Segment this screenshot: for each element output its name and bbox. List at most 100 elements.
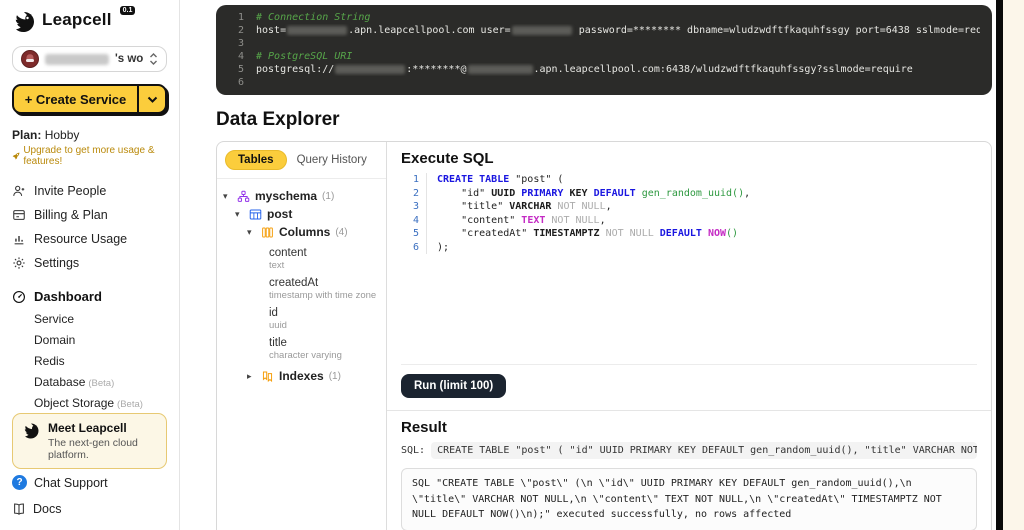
execute-sql-title: Execute SQL: [401, 150, 977, 167]
result-sql-row: SQL: CREATE TABLE "post" ( "id" UUID PRI…: [401, 442, 977, 459]
run-button[interactable]: Run (limit 100): [401, 374, 506, 398]
window-edge-bar: [996, 0, 1003, 530]
sidebar-item-service[interactable]: Service: [34, 308, 167, 329]
sidebar-item-resource-usage[interactable]: Resource Usage: [12, 227, 167, 251]
code-line: 6: [228, 76, 980, 89]
schema-tree: ▾ myschema (1) ▾ post ▾ Columns (: [217, 179, 386, 393]
chevron-right-icon[interactable]: ▸: [247, 371, 256, 382]
table-icon: [249, 208, 262, 221]
editor-line: 5 "createdAt" TIMESTAMPTZ NOT NULL DEFAU…: [401, 227, 977, 241]
editor-line: 4 "content" TEXT NOT NULL,: [401, 214, 977, 228]
chat-support-link[interactable]: ? Chat Support: [12, 469, 167, 496]
column-item-content[interactable]: content text: [223, 247, 380, 271]
leapcell-bird-icon: [12, 10, 36, 34]
meet-leapcell-banner[interactable]: Meet Leapcell The next-gen cloud platfor…: [12, 413, 167, 469]
plan-line: Plan: Hobby: [12, 128, 167, 142]
billing-card-icon: [12, 208, 26, 222]
desktop-background-strip: [1003, 0, 1024, 530]
indexes-icon: [261, 370, 274, 383]
run-row: Run (limit 100): [401, 365, 977, 410]
menu-label: Billing & Plan: [34, 208, 108, 222]
sidebar-item-object-storage[interactable]: Object Storage(Beta): [34, 392, 167, 413]
connection-string-block: 1# Connection String 2host=.apn.leapcell…: [216, 5, 992, 95]
menu-label: Settings: [34, 256, 79, 270]
editor-line: 6);: [401, 241, 977, 255]
code-comment: # Connection String: [256, 11, 370, 24]
column-item-id[interactable]: id uuid: [223, 307, 380, 331]
tree-node-columns[interactable]: ▾ Columns (4): [223, 223, 380, 241]
plan-label: Plan:: [12, 128, 41, 142]
sql-editor[interactable]: 1CREATE TABLE "post" ( 2 "id" UUID PRIMA…: [401, 173, 977, 365]
plan-value: Hobby: [45, 128, 80, 142]
tree-node-table[interactable]: ▾ post: [223, 205, 380, 223]
sql-label: SQL:: [401, 445, 425, 456]
create-service-button[interactable]: + Create Service: [12, 84, 167, 114]
create-service-dropdown[interactable]: [137, 86, 165, 112]
sidebar-item-redis[interactable]: Redis: [34, 350, 167, 371]
dashboard-subitems: Service Domain Redis Database(Beta) Obje…: [12, 308, 167, 413]
brand-logo-row: Leapcell 0.1: [12, 10, 167, 34]
menu-label: Invite People: [34, 184, 106, 198]
page-title: Data Explorer: [216, 109, 992, 131]
gear-icon: [12, 256, 26, 270]
bar-chart-icon: [12, 232, 26, 246]
chevron-down-icon[interactable]: ▾: [223, 191, 232, 202]
columns-icon: [261, 226, 274, 239]
redacted-user: [335, 65, 405, 74]
upgrade-link[interactable]: Upgrade to get more usage & features!: [12, 145, 167, 167]
workspace-avatar: [21, 50, 39, 68]
schema-tree-pane: Tables Query History ▾ myschema (1) ▾ po…: [217, 142, 387, 530]
sidebar: Leapcell 0.1 's work... + Create Service…: [0, 0, 180, 530]
execute-sql-pane: Execute SQL 1CREATE TABLE "post" ( 2 "id…: [387, 142, 991, 530]
code-line: 3: [228, 37, 980, 50]
sidebar-item-settings[interactable]: Settings: [12, 251, 167, 275]
docs-link[interactable]: Docs: [12, 496, 167, 522]
workspace-name-suffix: 's work...: [115, 53, 143, 65]
chevron-down-icon: [147, 96, 158, 103]
code-line: 1# Connection String: [228, 11, 980, 24]
redacted-host: [468, 65, 533, 74]
column-item-createdAt[interactable]: createdAt timestamp with time zone: [223, 277, 380, 301]
upgrade-text: Upgrade to get more usage & features!: [23, 145, 167, 167]
leapcell-bird-icon: [22, 422, 40, 440]
result-message-box: SQL "CREATE TABLE \"post\" (\n \"id\" UU…: [401, 468, 977, 530]
redacted-user: [512, 26, 572, 35]
promo-title: Meet Leapcell: [48, 421, 157, 435]
code-line: 5postgresql://:********@.apn.leapcellpoo…: [228, 63, 980, 76]
code-line: 4# PostgreSQL URI: [228, 50, 980, 63]
sidebar-item-dashboard[interactable]: Dashboard: [12, 285, 167, 308]
tab-query-history[interactable]: Query History: [297, 154, 367, 166]
sidebar-item-database[interactable]: Database(Beta): [34, 371, 167, 392]
code-line: 2host=.apn.leapcellpool.com user= passwo…: [228, 24, 980, 37]
menu-label: Resource Usage: [34, 232, 127, 246]
sidebar-item-invite-people[interactable]: Invite People: [12, 179, 167, 203]
dashboard-section: Dashboard Service Domain Redis Database(…: [12, 285, 167, 413]
brand-name: Leapcell: [42, 10, 112, 30]
editor-line: 3 "title" VARCHAR NOT NULL,: [401, 200, 977, 214]
executed-sql-text: CREATE TABLE "post" ( "id" UUID PRIMARY …: [431, 442, 977, 459]
create-service-label[interactable]: + Create Service: [14, 86, 137, 112]
column-item-title[interactable]: title character varying: [223, 337, 380, 361]
result-section: Result SQL: CREATE TABLE "post" ( "id" U…: [387, 410, 991, 530]
workspace-selector[interactable]: 's work...: [12, 46, 167, 72]
docs-label: Docs: [33, 502, 61, 516]
person-add-icon: [12, 184, 26, 198]
sidebar-item-billing[interactable]: Billing & Plan: [12, 203, 167, 227]
code-comment: # PostgreSQL URI: [256, 50, 352, 63]
rocket-icon: [12, 151, 20, 161]
chevron-down-icon[interactable]: ▾: [247, 227, 256, 238]
tab-tables[interactable]: Tables: [225, 150, 287, 170]
chevron-down-icon[interactable]: ▾: [235, 209, 244, 220]
redacted-workspace-name: [45, 54, 109, 65]
promo-subtitle: The next-gen cloud platform.: [48, 437, 157, 461]
tree-node-indexes[interactable]: ▸ Indexes (1): [223, 367, 380, 385]
editor-line: 1CREATE TABLE "post" (: [401, 173, 977, 187]
chat-support-label: Chat Support: [34, 476, 108, 490]
book-icon: [12, 502, 26, 516]
tree-node-schema[interactable]: ▾ myschema (1): [223, 187, 380, 205]
beta-badge: (Beta): [117, 399, 143, 410]
tree-tabs: Tables Query History: [217, 142, 386, 179]
editor-line: 2 "id" UUID PRIMARY KEY DEFAULT gen_rand…: [401, 187, 977, 201]
result-title: Result: [401, 419, 977, 436]
sidebar-item-domain[interactable]: Domain: [34, 329, 167, 350]
